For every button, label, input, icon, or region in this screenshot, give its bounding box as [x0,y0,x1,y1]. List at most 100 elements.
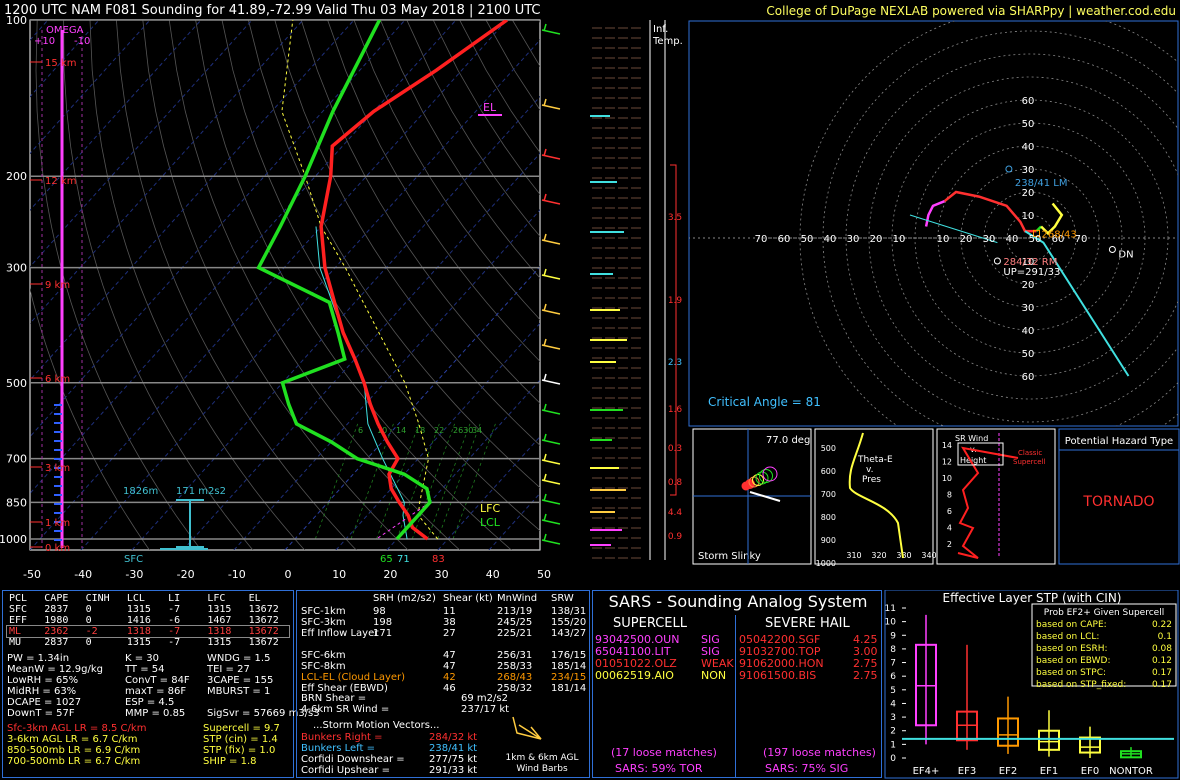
wind-barb-flag [543,98,547,107]
hodo-x-tick: 70 [755,234,768,245]
index-value: MBURST = 1 [207,686,271,697]
temp-tick: -40 [74,568,92,581]
index-value: MeanW = 12.9g/kg [7,664,103,675]
storm-motion-value: 284/32 kt [429,732,478,743]
kinematic-value: BRN Shear = [301,693,367,704]
temp-tick: 10 [332,568,346,581]
pressure-tick: 1000 [0,533,27,546]
sars-row: 91032700.TOP 3.00 [739,645,879,658]
hail-matches: (197 loose matches) [763,746,876,759]
hodo-y-tick: 50 [1022,119,1035,130]
parcel-cell: 1467 [207,615,232,626]
wind-barb-flag [543,233,547,242]
hodo-x-tick: 40 [1006,234,1019,245]
wind-barb-flag [543,473,547,482]
index-value: DownT = 57F [7,708,75,719]
kinematic-cell: 245/25 [497,617,533,628]
wind-barb-flag [543,193,547,202]
lapse-rate: 3-6km AGL LR = 6.7 C/km [7,734,138,745]
kinematics-row: SFC-3km 198 38 245/25 155/20 [301,617,587,628]
height-label: 0 km [45,543,70,554]
storm-motion-value: Corfidi Upshear = [301,765,390,776]
stp-y-tick: 9 [890,631,896,641]
brn-shear: BRN Shear = 69 m2/s2 [301,693,587,704]
prob-label: based on LCL: [1036,632,1099,642]
omega-tick: +10 [34,36,55,47]
theta-y-tick: 700 [821,490,836,499]
hodo-y-tick: 40 [1022,142,1035,153]
small-panels: 77.0 deg Storm Slinky Theta-Ev.Pres 500 600 7… [692,428,1180,568]
sfc-wetbulb-value: 71 [397,554,410,565]
theta-label: Pres [862,475,881,485]
parcel-cell: 1315 [126,604,151,615]
stp-category: EF2 [999,766,1017,777]
kinematic-cell: 185/14 [551,661,587,672]
stp-y-tick: 2 [890,727,896,737]
pressure-tick: 200 [6,170,27,183]
kinematic-cell: 258/33 [497,661,533,672]
parcel-row: ML 2362 -2 1318 -7 1318 13672 [6,625,290,638]
height-label: 9 km [45,280,70,291]
kinematic-cell: SRH (m2/s2) [373,593,436,604]
index-value: ConvT = 84F [125,675,190,686]
inferred-temp-panel: Inf.Temp. 3.5 1.9 2.3 1.6 0.3 0.8 4.4 0.9 [590,20,683,560]
parcel-cell: 13672 [248,604,279,615]
lapse-rate: 850-500mb LR = 6.9 C/km [7,745,141,756]
sars-panel: SARS - Sounding Analog System SUPERCELL … [592,590,882,778]
mean-wind-label: 268/43 [1042,229,1077,240]
srwind-y-tick: 10 [942,474,952,483]
parcel-cell: PCL [9,593,28,604]
wind-barb-flag [543,338,547,347]
stp-category: EF4+ [913,766,940,777]
kinematic-cell: SFC-3km [301,617,346,628]
stp-y-tick: 0 [890,754,896,764]
prob-value: 0.22 [1152,620,1172,630]
kinematic-cell: LCL-EL (Cloud Layer) [301,672,406,683]
wind-barb-flag [543,513,547,522]
index-row: MeanW = 12.9g/kg TT = 54 TEI = 27 [7,664,293,675]
mixing-ratio-label: 2630 [453,426,473,435]
sars-row: 00062519.AIO NON [595,669,733,682]
theta-y-tick: 500 [821,444,836,453]
hodo-y-tick: 10 [1022,211,1035,222]
theta-y-tick: 1000 [816,559,836,568]
sfc-label: SFC [124,554,143,565]
temp-tick: -30 [125,568,143,581]
prob-label: based on EBWD: [1036,656,1111,666]
composite-index: STP (cin) = 1.4 [203,734,278,745]
sars-row: 05042200.SGF 4.25 [739,633,879,646]
storm-motion-value: 238/41 kt [429,743,478,754]
parcel-cell: -6 [168,615,181,626]
upshear-label: UP=291/33 [1003,267,1060,278]
parcel-cell: 2837 [44,637,69,648]
index-value: ESP = 4.5 [125,697,175,708]
sars-value: 91061500.BIS [739,669,817,682]
kinematic-cell: SRW [551,593,574,604]
wind-barb-flag [543,303,547,312]
index-row: LowRH = 65% ConvT = 84F 3CAPE = 155 [7,675,293,686]
stp-category: EF0 [1081,766,1099,777]
hodo-x-tick: 30 [983,234,996,245]
parcel-cell: MU [9,637,22,648]
kinematic-cell: Eff Inflow Layer [301,628,379,639]
kinematic-value: 4-6km SR Wind = [301,704,390,715]
lapse-rates: Sfc-3km AGL LR = 8.5 C/km 3-6km AGL LR = … [7,723,146,767]
inf-label: Inf. [653,24,668,35]
supercell-matches: (17 loose matches) [611,746,717,759]
hodo-y-tick: 40 [1022,326,1035,337]
pressure-tick: 300 [6,262,27,275]
storm-motion-value: 277/75 kt [429,754,478,765]
composite-indices: Supercell = 9.7 STP (cin) = 1.4 STP (fix) … [203,723,280,767]
wind-barb-flag [543,533,547,542]
lcl-label: LCL [480,516,501,529]
sfc-temp-value: 83 [432,554,445,565]
omega-tick: -10 [74,36,90,47]
index-value: PW = 1.34in [7,653,70,664]
parcel-row: SFC 2837 0 1315 -7 1315 13672 [7,604,289,615]
kinematic-cell: 11 [443,606,456,617]
inf-value: 1.6 [668,405,683,415]
wind-barb-flag [543,433,547,442]
hodo-y-tick: 60 [1022,372,1035,383]
storm-motion-value: Bunkers Right = [301,732,383,743]
temp-tick: -50 [23,568,41,581]
